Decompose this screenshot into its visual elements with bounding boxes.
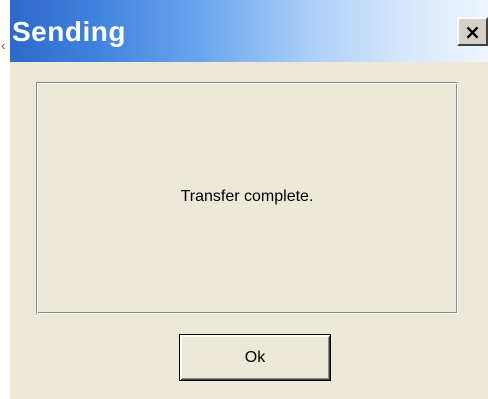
close-icon: ×: [464, 19, 481, 44]
background-edge: ‹: [0, 0, 10, 399]
message-text: Transfer complete.: [180, 188, 314, 205]
ok-button-label: Ok: [244, 348, 266, 366]
message-panel: Transfer complete.: [36, 82, 458, 314]
sending-dialog: Sending × Transfer complete. Ok: [10, 0, 488, 399]
edge-mark-icon: ‹: [1, 37, 6, 53]
title-bar[interactable]: Sending ×: [10, 0, 488, 62]
dialog-title: Sending: [12, 16, 126, 47]
ok-button[interactable]: Ok: [179, 334, 331, 381]
close-button[interactable]: ×: [457, 17, 488, 46]
